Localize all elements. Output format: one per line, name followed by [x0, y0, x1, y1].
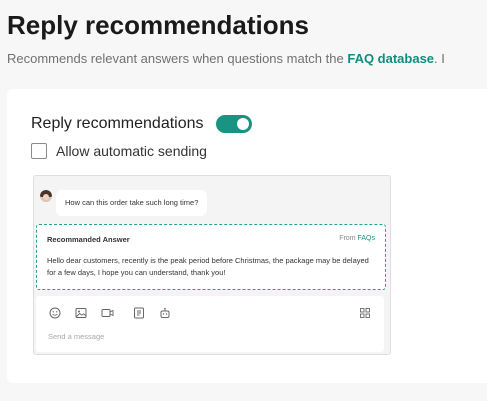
recommended-answer-text: Hello dear customers, recently is the pe… — [47, 256, 369, 277]
robot-icon[interactable] — [158, 306, 172, 320]
subtitle-text: Recommends relevant answers when questio… — [7, 51, 348, 66]
document-icon[interactable] — [132, 306, 146, 320]
grid-icon[interactable] — [358, 306, 372, 320]
message-composer: Send a message — [36, 296, 384, 352]
customer-avatar — [40, 190, 52, 202]
reply-recommendations-toggle[interactable] — [215, 115, 252, 133]
auto-send-checkbox[interactable] — [31, 143, 47, 159]
customer-message-bubble: How can this order take such long time? — [56, 190, 208, 216]
reply-recommendations-setting: Reply recommendations — [31, 115, 252, 133]
page-title: Reply recommendations — [7, 10, 309, 40]
settings-card: Reply recommendations Allow automatic se… — [7, 89, 487, 383]
video-icon[interactable] — [100, 306, 114, 320]
recommended-answer-box: Recommanded Answer From FAQs Hello dear … — [36, 224, 386, 290]
source-prefix: From — [339, 235, 358, 242]
toggle-knob — [236, 118, 249, 130]
message-input-placeholder[interactable]: Send a message — [48, 332, 104, 341]
faqs-link[interactable]: FAQs — [357, 235, 375, 242]
emoji-icon[interactable] — [48, 306, 62, 320]
faq-database-link[interactable]: FAQ database — [347, 51, 434, 66]
image-icon[interactable] — [74, 306, 88, 320]
recommended-answer-title: Recommanded Answer — [47, 235, 130, 244]
auto-send-setting[interactable]: Allow automatic sending — [31, 143, 207, 159]
auto-send-label[interactable]: Allow automatic sending — [56, 143, 207, 159]
reply-recommendations-label: Reply recommendations — [31, 115, 204, 132]
subtitle-text-end: . I — [434, 51, 445, 66]
page-subtitle: Recommends relevant answers when questio… — [7, 51, 445, 66]
recommendation-source: From FAQs — [339, 235, 375, 242]
avatar-face — [43, 194, 49, 200]
chat-preview: How can this order take such long time? … — [33, 175, 391, 355]
